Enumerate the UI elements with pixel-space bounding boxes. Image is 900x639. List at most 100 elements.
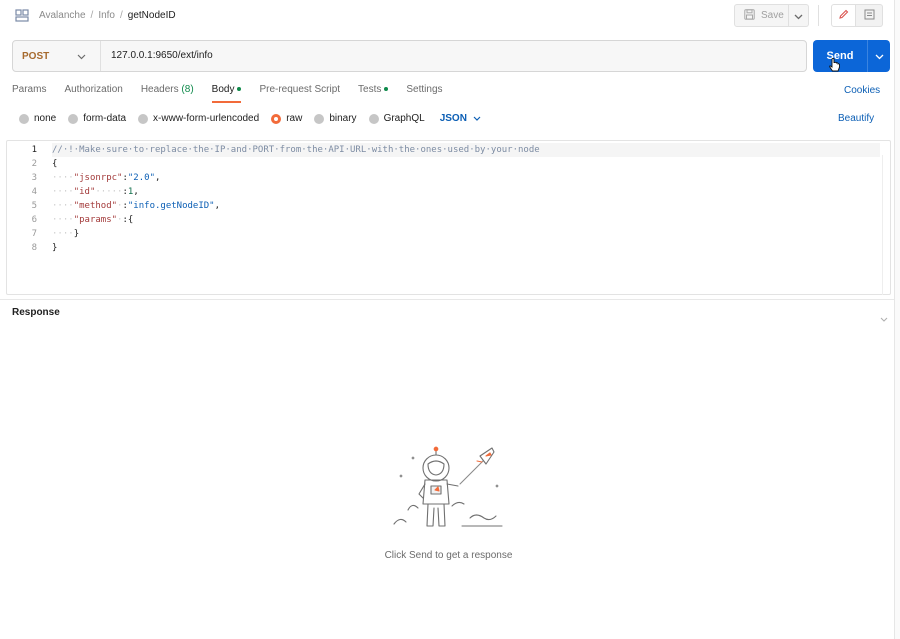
json-value: "2.0" bbox=[127, 173, 155, 183]
pencil-icon bbox=[838, 7, 849, 25]
indent-dots: · bbox=[117, 201, 123, 211]
json-brace: } bbox=[73, 229, 80, 239]
code-line: ····} bbox=[52, 227, 880, 241]
tab-body[interactable]: Body bbox=[211, 84, 242, 104]
tab-label: Pre-request Script bbox=[259, 84, 341, 95]
code-line: ····"method"·:"info.getNodeID", bbox=[52, 201, 221, 211]
line-number: 1 bbox=[31, 145, 37, 155]
headers-count-badge: (8) bbox=[181, 84, 194, 95]
body-type-binary[interactable]: binary bbox=[314, 113, 357, 124]
request-tabs: Params Authorization Headers (8) Body Pr… bbox=[12, 84, 461, 104]
toolbar-divider bbox=[818, 5, 819, 26]
request-header: Avalanche / Info / getNodeID Save bbox=[0, 0, 894, 32]
line-number: 4 bbox=[31, 187, 37, 197]
chevron-down-icon bbox=[875, 47, 884, 65]
code-line: ····"id"·····:1, bbox=[52, 187, 139, 197]
body-type-urlencoded[interactable]: x-www-form-urlencoded bbox=[138, 113, 259, 124]
tab-authorization[interactable]: Authorization bbox=[64, 84, 122, 104]
radio-button-selected[interactable] bbox=[271, 113, 282, 124]
astronaut-rocket-illustration bbox=[392, 446, 507, 541]
breadcrumb-request-name[interactable]: getNodeID bbox=[128, 10, 176, 21]
indent-dots: ···· bbox=[52, 201, 74, 211]
json-value: "info.getNodeID" bbox=[127, 201, 215, 211]
line-number: 3 bbox=[31, 173, 37, 183]
radio-button[interactable] bbox=[368, 113, 379, 124]
body-type-raw[interactable]: raw bbox=[271, 113, 302, 124]
hand-cursor-icon bbox=[829, 58, 841, 79]
json-value: 1 bbox=[127, 187, 134, 197]
json-key: "params" bbox=[73, 215, 118, 225]
http-request-icon bbox=[15, 9, 29, 22]
indent-dots: ···· bbox=[52, 187, 74, 197]
body-type-none[interactable]: none bbox=[19, 113, 56, 124]
tab-headers[interactable]: Headers (8) bbox=[141, 84, 194, 104]
empty-response-message: Click Send to get a response bbox=[384, 550, 513, 561]
code-line: ····"jsonrpc":"2.0", bbox=[52, 173, 161, 183]
json-brace: { bbox=[127, 215, 134, 225]
tab-pre-request-script[interactable]: Pre-request Script bbox=[259, 84, 340, 104]
status-dot bbox=[384, 87, 389, 92]
radio-button[interactable] bbox=[68, 113, 79, 124]
documentation-button[interactable] bbox=[856, 4, 883, 27]
breadcrumb-folder[interactable]: Info bbox=[98, 10, 115, 21]
indent-dots: ···· bbox=[52, 173, 74, 183]
chevron-down-icon bbox=[77, 52, 86, 63]
tab-tests[interactable]: Tests bbox=[358, 84, 389, 104]
indent-dots: ···· bbox=[52, 229, 74, 239]
code-line: ····"params"·:{ bbox=[52, 215, 134, 225]
method-label: POST bbox=[22, 50, 50, 62]
tab-label: Authorization bbox=[64, 84, 123, 95]
line-number: 6 bbox=[31, 215, 37, 225]
line-number: 8 bbox=[31, 243, 37, 253]
body-code-editor[interactable]: 1 2 3 4 5 6 7 8 //·!·Make·sure·to·replac… bbox=[6, 140, 891, 295]
breadcrumb-collection[interactable]: Avalanche bbox=[39, 10, 86, 21]
tab-settings[interactable]: Settings bbox=[406, 84, 442, 104]
chevron-down-icon bbox=[473, 113, 481, 124]
option-label: raw bbox=[286, 113, 303, 124]
radio-button[interactable] bbox=[314, 113, 325, 124]
chevron-down-icon bbox=[794, 7, 803, 25]
code-line-comment: //·!·Make·sure·to·replace·the·IP·and·POR… bbox=[52, 143, 880, 157]
save-label: Save bbox=[761, 10, 784, 21]
raw-language-select[interactable]: JSON bbox=[440, 113, 481, 124]
edit-button[interactable] bbox=[831, 4, 856, 27]
indent-dots: ···· bbox=[52, 215, 74, 225]
tab-label: Params bbox=[12, 84, 47, 95]
tab-label: Settings bbox=[406, 84, 443, 95]
line-number-gutter: 1 2 3 4 5 6 7 8 bbox=[7, 143, 37, 255]
tab-params[interactable]: Params bbox=[12, 84, 46, 104]
url-bar: POST 127.0.0.1:9650/ext/info bbox=[12, 40, 807, 72]
code-line: { bbox=[52, 159, 58, 169]
tab-label: Body bbox=[211, 84, 235, 95]
status-dot bbox=[237, 87, 242, 92]
option-label: form-data bbox=[83, 113, 127, 124]
code-line: } bbox=[52, 243, 58, 253]
beautify-link[interactable]: Beautify bbox=[838, 113, 874, 124]
radio-button[interactable] bbox=[138, 113, 149, 124]
document-icon bbox=[864, 7, 875, 25]
radio-button[interactable] bbox=[19, 113, 29, 124]
breadcrumb-separator: / bbox=[120, 10, 123, 21]
line-number: 7 bbox=[31, 229, 37, 239]
code-content[interactable]: //·!·Make·sure·to·replace·the·IP·and·POR… bbox=[52, 143, 880, 255]
body-type-options: none form-data x-www-form-urlencoded raw… bbox=[19, 113, 481, 124]
tab-label: Tests bbox=[358, 84, 382, 95]
body-type-form-data[interactable]: form-data bbox=[68, 113, 126, 124]
save-button[interactable]: Save bbox=[734, 4, 789, 27]
url-input[interactable]: 127.0.0.1:9650/ext/info bbox=[111, 50, 213, 61]
breadcrumb: Avalanche / Info / getNodeID bbox=[39, 10, 176, 21]
save-options-button[interactable] bbox=[789, 4, 809, 27]
body-type-graphql[interactable]: GraphQL bbox=[368, 113, 425, 124]
response-title: Response bbox=[12, 307, 60, 318]
collapse-response-button[interactable] bbox=[880, 309, 888, 327]
indent-dots: ····· bbox=[95, 187, 123, 197]
method-select[interactable]: POST bbox=[13, 41, 101, 71]
section-divider bbox=[0, 299, 894, 300]
cookies-link[interactable]: Cookies bbox=[844, 85, 880, 96]
line-number: 5 bbox=[31, 201, 37, 211]
send-options-button[interactable] bbox=[867, 40, 890, 72]
chevron-down-icon bbox=[880, 309, 888, 326]
json-key: "jsonrpc" bbox=[73, 173, 123, 183]
save-icon bbox=[744, 8, 755, 23]
editor-scrollbar[interactable] bbox=[882, 155, 890, 295]
